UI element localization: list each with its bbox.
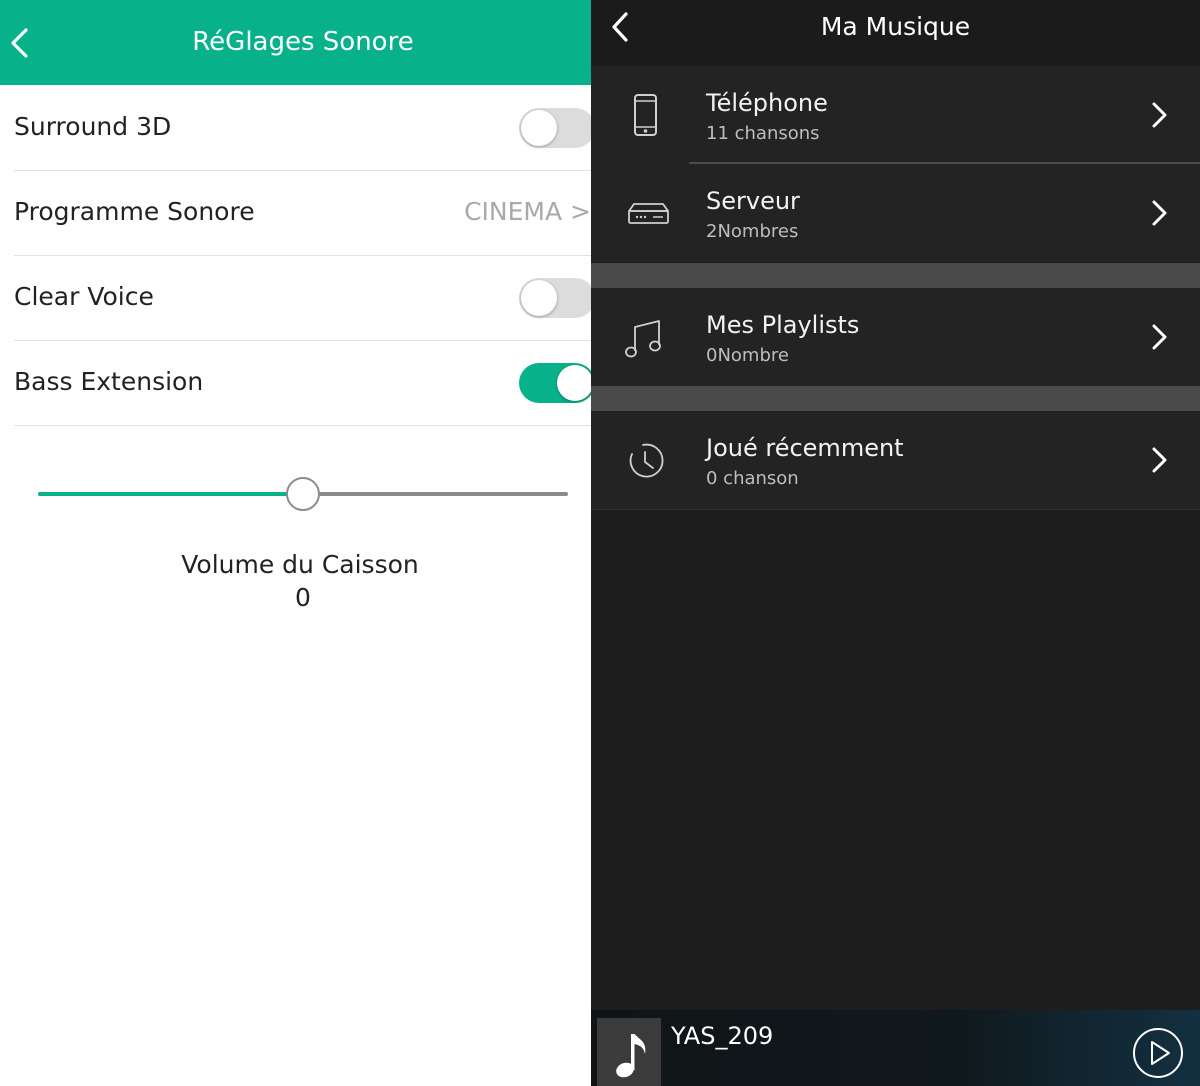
mini-player[interactable]: YAS_209 xyxy=(591,1010,1200,1086)
clear-voice-toggle[interactable] xyxy=(519,278,591,318)
sound-settings-panel: RéGlages Sonore Surround 3D Programme So… xyxy=(0,0,591,1086)
source-count: 0 chanson xyxy=(706,468,799,489)
settings-header: RéGlages Sonore xyxy=(0,0,591,85)
toggle-knob xyxy=(557,365,591,401)
page-title: Ma Musique xyxy=(820,12,971,41)
server-icon xyxy=(628,203,669,224)
section-separator xyxy=(591,263,1200,288)
subwoofer-volume-value: 0 xyxy=(295,583,311,612)
page-title: RéGlages Sonore xyxy=(192,27,414,57)
bass-extension-toggle[interactable] xyxy=(519,363,591,403)
play-icon[interactable] xyxy=(1132,1027,1184,1079)
setting-programme-sonore[interactable]: Programme Sonore CINEMA > xyxy=(14,171,591,256)
music-header: Ma Musique xyxy=(591,0,1200,66)
setting-surround-3d: Surround 3D xyxy=(14,86,591,171)
phone-icon xyxy=(634,94,657,136)
toggle-knob xyxy=(521,110,557,146)
setting-clear-voice: Clear Voice xyxy=(14,256,591,341)
slider-thumb[interactable] xyxy=(286,477,320,511)
toggle-knob xyxy=(521,280,557,316)
setting-label: Programme Sonore xyxy=(14,197,255,226)
music-note-icon xyxy=(625,320,661,358)
chevron-right-icon xyxy=(1152,447,1167,473)
source-count: 0Nombre xyxy=(706,345,789,366)
source-count: 2Nombres xyxy=(706,221,799,242)
subwoofer-volume-label: Volume du Caisson xyxy=(181,550,419,579)
my-music-panel: Ma Musique Téléphone 11 chansons Serveur… xyxy=(591,0,1200,1086)
music-source-playlists[interactable]: Mes Playlists 0Nombre xyxy=(591,288,1200,386)
programme-sonore-value[interactable]: CINEMA > xyxy=(464,197,591,226)
music-source-phone[interactable]: Téléphone 11 chansons xyxy=(591,66,1200,164)
source-title: Mes Playlists xyxy=(706,311,860,339)
source-count: 11 chansons xyxy=(706,123,820,144)
source-title: Joué récemment xyxy=(706,434,904,462)
surround-3d-toggle[interactable] xyxy=(519,108,591,148)
chevron-right-icon xyxy=(1152,200,1167,226)
subwoofer-volume-slider[interactable] xyxy=(38,475,568,513)
setting-label: Clear Voice xyxy=(14,282,154,311)
setting-label: Bass Extension xyxy=(14,367,204,396)
section-separator xyxy=(591,386,1200,411)
chevron-right-icon xyxy=(1152,102,1167,128)
source-title: Téléphone xyxy=(706,89,828,117)
slider-fill xyxy=(38,492,303,496)
now-playing-title: YAS_209 xyxy=(671,1022,774,1050)
album-art xyxy=(597,1018,661,1086)
setting-bass-extension: Bass Extension xyxy=(14,341,591,426)
source-title: Serveur xyxy=(706,187,800,215)
list-divider xyxy=(591,509,1200,510)
chevron-right-icon xyxy=(1152,324,1167,350)
clock-icon xyxy=(629,443,664,478)
setting-label: Surround 3D xyxy=(14,112,172,141)
music-source-recent[interactable]: Joué récemment 0 chanson xyxy=(591,411,1200,509)
music-source-server[interactable]: Serveur 2Nombres xyxy=(591,164,1200,262)
music-note-icon xyxy=(616,1034,646,1078)
